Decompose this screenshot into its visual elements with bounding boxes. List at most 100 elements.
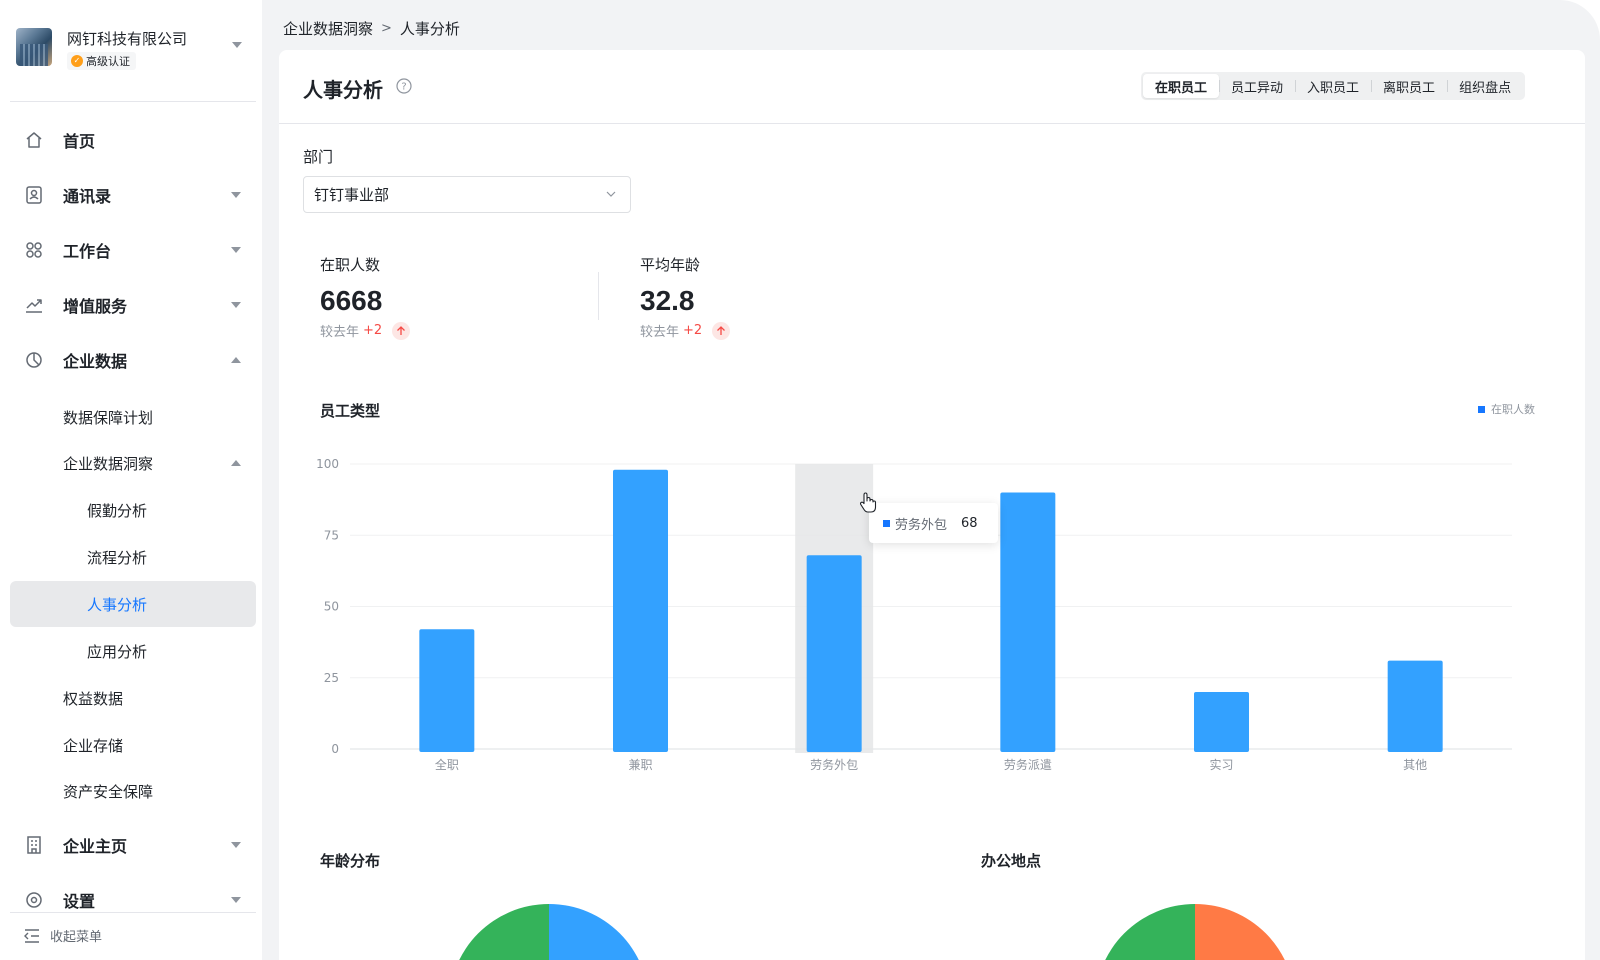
age-distribution-pie-chart xyxy=(459,904,639,960)
chevron-down-icon[interactable] xyxy=(231,897,241,903)
certification-badge: ✓ 高级认证 xyxy=(67,52,136,70)
nav-workbench[interactable]: 工作台 xyxy=(10,227,256,273)
bar-1[interactable] xyxy=(419,629,475,752)
svg-text:?: ? xyxy=(401,82,406,93)
org-switcher[interactable]: 网钉科技有限公司 ✓ 高级认证 xyxy=(16,28,246,72)
x-tick-label: 劳务外包 xyxy=(810,757,858,772)
department-value: 钉钉事业部 xyxy=(314,186,390,204)
chart-tooltip: 劳务外包 68 xyxy=(869,503,998,543)
nav-contacts[interactable]: 通讯录 xyxy=(10,172,256,218)
nav-leave-analysis[interactable]: 假勤分析 xyxy=(10,487,256,533)
stat-comparison: 较去年 +2 xyxy=(320,321,411,340)
nav-label: 设置 xyxy=(63,892,96,911)
chevron-up-icon[interactable] xyxy=(231,357,241,363)
page-title: 人事分析 xyxy=(303,78,383,102)
pie-slice-green xyxy=(459,904,549,960)
nav-app-analysis[interactable]: 应用分析 xyxy=(10,628,256,674)
nav-label: 企业存储 xyxy=(63,736,124,755)
chevron-down-icon[interactable] xyxy=(231,192,241,198)
nav-label: 企业主页 xyxy=(63,837,128,856)
nav-data-protection[interactable]: 数据保障计划 xyxy=(10,394,256,440)
employee-type-bar-chart: 1007550250全职 兼职 劳务外包 劳务派遣 实习 其他 xyxy=(316,457,1512,772)
divider xyxy=(10,101,256,102)
nav-value-added[interactable]: 增值服务 xyxy=(10,282,256,328)
x-tick-label: 劳务派遣 xyxy=(1004,757,1052,772)
y-tick-label: 0 xyxy=(331,742,339,756)
section-title-employee-type: 员工类型 xyxy=(320,402,381,420)
nav-home[interactable]: 首页 xyxy=(10,117,256,163)
nav-data-insight[interactable]: 企业数据洞察 xyxy=(10,440,256,486)
chevron-down-icon[interactable] xyxy=(232,42,242,48)
section-title-office-location: 办公地点 xyxy=(981,852,1042,870)
breadcrumb-current: 人事分析 xyxy=(399,20,460,38)
arrow-up-icon xyxy=(712,321,731,340)
bar-5[interactable] xyxy=(1194,692,1249,752)
building-icon xyxy=(27,836,41,854)
help-icon[interactable]: ? xyxy=(396,78,412,94)
home-icon xyxy=(26,132,42,148)
nav-label: 工作台 xyxy=(63,242,112,261)
legend-label: 在职人数 xyxy=(1491,403,1535,416)
nav-label: 企业数据 xyxy=(63,352,128,371)
nav-homepage[interactable]: 企业主页 xyxy=(10,822,256,868)
pie-slice-orange xyxy=(1195,904,1285,960)
comparison-prefix: 较去年 xyxy=(640,325,680,340)
bar-4[interactable] xyxy=(1000,492,1056,753)
chevron-right-icon: > xyxy=(381,21,392,36)
tab-org-review[interactable]: 组织盘点 xyxy=(1447,74,1523,98)
comparison-prefix: 较去年 xyxy=(320,325,360,340)
nav-enterprise-data[interactable]: 企业数据 xyxy=(10,337,256,383)
y-tick-label: 100 xyxy=(316,457,339,471)
nav-label: 企业数据洞察 xyxy=(63,454,154,473)
settings-icon xyxy=(26,892,42,908)
pie-slice-blue xyxy=(549,904,639,960)
chevron-down-icon[interactable] xyxy=(231,302,241,308)
stat-value: 6668 xyxy=(320,285,383,316)
chevron-down-icon[interactable] xyxy=(231,247,241,253)
org-name: 网钉科技有限公司 xyxy=(67,30,188,48)
chevron-up-icon[interactable] xyxy=(231,460,241,466)
tab-departures[interactable]: 离职员工 xyxy=(1371,74,1447,98)
badge-label: 高级认证 xyxy=(86,55,130,68)
nav-label: 首页 xyxy=(63,132,96,151)
office-location-pie-chart xyxy=(1105,904,1285,960)
nav-process-analysis[interactable]: 流程分析 xyxy=(10,534,256,580)
stat-label: 在职人数 xyxy=(320,256,381,274)
comparison-delta: +2 xyxy=(683,323,703,338)
x-tick-label: 实习 xyxy=(1209,757,1233,772)
arrow-up-icon xyxy=(392,321,411,340)
department-select[interactable]: 钉钉事业部 xyxy=(303,176,631,213)
bar-2[interactable] xyxy=(613,469,668,752)
org-logo xyxy=(16,28,52,66)
pie-chart-icon xyxy=(26,352,42,368)
stat-value: 32.8 xyxy=(640,285,695,316)
nav-label: 流程分析 xyxy=(87,548,148,567)
y-tick-label: 75 xyxy=(324,528,339,542)
tab-active-employees[interactable]: 在职员工 xyxy=(1143,74,1220,98)
nav-label: 增值服务 xyxy=(63,297,128,316)
tab-employee-changes[interactable]: 员工异动 xyxy=(1219,74,1295,98)
tooltip-label: 劳务外包 xyxy=(895,517,948,533)
bar-6[interactable] xyxy=(1387,660,1443,752)
stat-average-age: 平均年龄 32.8 较去年 +2 xyxy=(640,254,731,340)
chevron-down-icon[interactable] xyxy=(231,842,241,848)
bar-3[interactable] xyxy=(806,555,862,752)
breadcrumb: 企业数据洞察 > 人事分析 xyxy=(283,18,460,39)
hand-cursor-icon xyxy=(859,492,877,513)
nav-label: 权益数据 xyxy=(63,689,124,708)
tab-new-hires[interactable]: 入职员工 xyxy=(1295,74,1371,98)
trend-icon xyxy=(26,299,42,313)
nav-label: 人事分析 xyxy=(87,595,148,614)
contacts-icon xyxy=(26,186,42,204)
breadcrumb-parent[interactable]: 企业数据洞察 xyxy=(283,18,373,39)
nav-storage[interactable]: 企业存储 xyxy=(10,722,256,768)
chart-legend[interactable]: 在职人数 xyxy=(1478,401,1535,417)
collapse-menu-icon xyxy=(24,928,39,943)
divider xyxy=(598,272,599,320)
nav-asset-security[interactable]: 资产安全保障 xyxy=(10,768,256,814)
nav-benefits-data[interactable]: 权益数据 xyxy=(10,675,256,721)
tooltip-swatch xyxy=(883,519,890,527)
nav-hr-analysis[interactable]: 人事分析 xyxy=(10,581,256,627)
collapse-menu-button[interactable]: 收起菜单 xyxy=(24,926,102,945)
nav-settings[interactable]: 设置 xyxy=(10,877,256,923)
